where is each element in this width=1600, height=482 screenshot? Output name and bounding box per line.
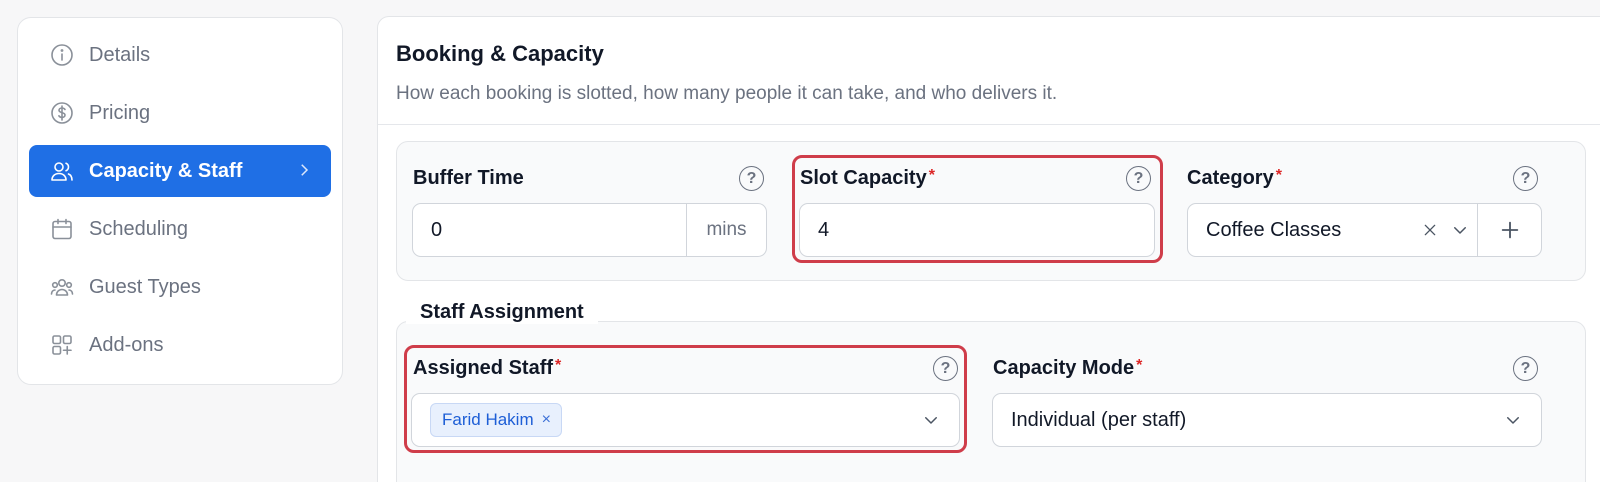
chevron-down-icon[interactable]: [903, 411, 959, 429]
page-subtitle: How each booking is slotted, how many pe…: [396, 83, 1058, 104]
sidebar-item-label: Details: [89, 43, 151, 66]
page-title: Booking & Capacity: [396, 41, 604, 66]
sidebar-item-label: Add-ons: [89, 333, 164, 356]
buffer-time-label: Buffer Time: [413, 167, 524, 189]
chevron-right-icon: [295, 161, 313, 179]
clear-icon[interactable]: [1417, 222, 1443, 238]
sidebar-item-add-ons[interactable]: Add-ons: [29, 319, 331, 371]
sidebar-item-label: Pricing: [89, 101, 151, 124]
capacity-mode-label: Capacity Mode *: [993, 357, 1143, 379]
users-icon: [49, 158, 75, 184]
sidebar-item-guest-types[interactable]: Guest Types: [29, 261, 331, 313]
sidebar-item-details[interactable]: Details: [29, 29, 331, 81]
slot-capacity-value: 4: [818, 218, 830, 241]
grid-plus-icon: [49, 332, 75, 358]
group-icon: [49, 274, 75, 300]
assigned-staff-help-icon[interactable]: ?: [933, 356, 958, 381]
capacity-mode-value: Individual (per staff): [1011, 408, 1187, 431]
chevron-down-icon[interactable]: [1443, 221, 1477, 239]
buffer-time-field[interactable]: 0 mins: [412, 203, 767, 257]
panel-header: Booking & Capacity How each booking is s…: [378, 17, 1600, 125]
settings-sidebar: Details Pricing Capacity & Staff Schedul…: [17, 17, 343, 385]
capacity-mode-select[interactable]: Individual (per staff): [992, 393, 1542, 447]
sidebar-item-label: Scheduling: [89, 217, 188, 240]
category-help-icon[interactable]: ?: [1513, 166, 1538, 191]
sidebar-item-pricing[interactable]: Pricing: [29, 87, 331, 139]
staff-chip: Farid Hakim ×: [430, 403, 562, 437]
calendar-icon: [49, 216, 75, 242]
chevron-down-icon[interactable]: [1485, 411, 1541, 429]
slot-capacity-field[interactable]: 4: [799, 203, 1155, 257]
remove-chip-icon[interactable]: ×: [542, 411, 551, 429]
sidebar-item-label: Capacity & Staff: [89, 159, 243, 182]
category-value: Coffee Classes: [1206, 218, 1342, 241]
staff-assignment-heading: Staff Assignment: [406, 301, 598, 324]
buffer-time-value: 0: [431, 218, 443, 241]
sidebar-item-capacity-staff[interactable]: Capacity & Staff: [29, 145, 331, 197]
capacity-mode-help-icon[interactable]: ?: [1513, 356, 1538, 381]
dollar-icon: [49, 100, 75, 126]
booking-capacity-panel: Booking & Capacity How each booking is s…: [377, 16, 1600, 482]
add-category-button[interactable]: [1477, 204, 1541, 256]
sidebar-item-scheduling[interactable]: Scheduling: [29, 203, 331, 255]
buffer-time-help-icon[interactable]: ?: [739, 166, 764, 191]
category-label: Category *: [1187, 167, 1282, 189]
sidebar-item-label: Guest Types: [89, 275, 201, 298]
slot-capacity-help-icon[interactable]: ?: [1126, 166, 1151, 191]
slot-capacity-label: Slot Capacity *: [800, 167, 935, 189]
info-icon: [49, 42, 75, 68]
assigned-staff-select[interactable]: Farid Hakim ×: [411, 393, 960, 447]
assigned-staff-label: Assigned Staff *: [413, 357, 562, 379]
category-select[interactable]: Coffee Classes: [1187, 203, 1542, 257]
buffer-time-unit: mins: [686, 204, 766, 256]
